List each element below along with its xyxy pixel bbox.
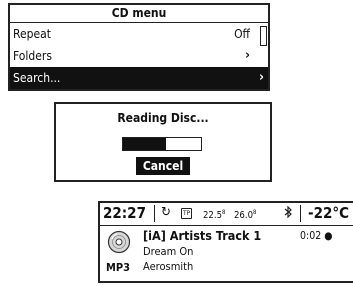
track-time-value: 0:02 <box>300 230 322 242</box>
menu-item-label: Folders <box>13 49 52 63</box>
menu-item-folders[interactable]: Folders › <box>10 45 256 67</box>
dialog-title: Reading Disc... <box>117 111 209 125</box>
temperature: -22°C <box>308 204 350 222</box>
menu-scrollbar[interactable] <box>260 26 267 46</box>
album-name: Dream On <box>143 245 194 258</box>
menu-item-label: Search... <box>13 71 61 85</box>
menu-item-repeat[interactable]: Repeat Off <box>10 23 256 45</box>
menu-item-search[interactable]: Search... › <box>10 67 268 89</box>
track-title: [iA] Artists Track 1 <box>143 228 262 243</box>
progress-fill <box>123 138 166 150</box>
artist-name: Aerosmith <box>143 260 194 273</box>
divider <box>154 205 155 222</box>
format-label: MP3 <box>106 261 130 274</box>
chevron-right-icon: › <box>245 48 250 63</box>
repeat-value: Off <box>234 27 250 41</box>
now-playing-screen: 22:27 ↻ TP 22.58 26.08 -22°C MP3 [iA] Ar… <box>98 201 353 283</box>
freq-a: 22.58 <box>203 207 225 221</box>
freq-b: 26.08 <box>234 207 256 221</box>
repeat-icon: ↻ <box>161 205 171 220</box>
disc-icon <box>107 230 131 254</box>
menu-item-label: Repeat <box>13 27 51 41</box>
freq-a-sup: 8 <box>222 209 226 216</box>
clock: 22:27 <box>103 204 146 222</box>
track-time: 0:02 ● <box>300 230 332 242</box>
freq-b-value: 26.0 <box>234 210 254 222</box>
play-indicator-icon: ● <box>324 230 333 242</box>
chevron-right-icon: › <box>259 70 264 85</box>
tp-badge: TP <box>181 208 193 219</box>
reading-disc-dialog: Reading Disc... Cancel <box>54 102 272 182</box>
cd-menu-title: CD menu <box>10 5 268 23</box>
divider <box>300 205 301 222</box>
freq-b-sup: 8 <box>253 209 257 216</box>
progress-bar <box>122 137 202 151</box>
freq-a-value: 22.5 <box>203 210 223 222</box>
status-bar: 22:27 ↻ TP 22.58 26.08 -22°C <box>100 203 353 226</box>
bluetooth-icon <box>284 205 292 221</box>
cancel-button[interactable]: Cancel <box>136 157 190 175</box>
cd-menu: CD menu Repeat Off Folders › Search... › <box>8 3 270 91</box>
